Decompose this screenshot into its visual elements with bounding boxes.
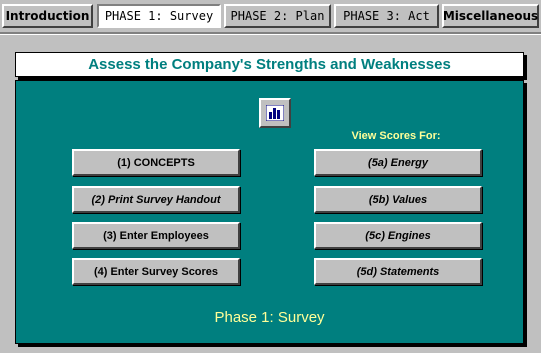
energy-scores-button[interactable]: (5a) Energy [314, 149, 482, 176]
main-panel: View Scores For: (1) CONCEPTS (2) Print … [15, 80, 524, 344]
concepts-button[interactable]: (1) CONCEPTS [72, 149, 240, 176]
engines-scores-button[interactable]: (5c) Engines [314, 222, 482, 249]
tab-miscellaneous[interactable]: Miscellaneous [442, 4, 539, 28]
statements-scores-button[interactable]: (5d) Statements [314, 258, 482, 285]
tab-divider [0, 32, 541, 35]
page-title: Assess the Company's Strengths and Weakn… [15, 52, 524, 77]
tab-phase-3-act[interactable]: PHASE 3: Act [334, 4, 439, 28]
view-scores-label: View Scores For: [351, 130, 441, 142]
phase-label: Phase 1: Survey [214, 309, 325, 326]
bar-chart-icon [266, 105, 284, 121]
tab-strip: Introduction PHASE 1: Survey PHASE 2: Pl… [0, 0, 541, 32]
tab-introduction[interactable]: Introduction [2, 4, 93, 28]
print-survey-handout-button[interactable]: (2) Print Survey Handout [72, 186, 240, 213]
chart-button[interactable] [259, 98, 291, 128]
values-scores-button[interactable]: (5b) Values [314, 186, 482, 213]
tab-phase-2-plan[interactable]: PHASE 2: Plan [224, 4, 331, 28]
tab-phase-1-survey[interactable]: PHASE 1: Survey [97, 4, 221, 28]
enter-survey-scores-button[interactable]: (4) Enter Survey Scores [72, 258, 240, 285]
enter-employees-button[interactable]: (3) Enter Employees [72, 222, 240, 249]
